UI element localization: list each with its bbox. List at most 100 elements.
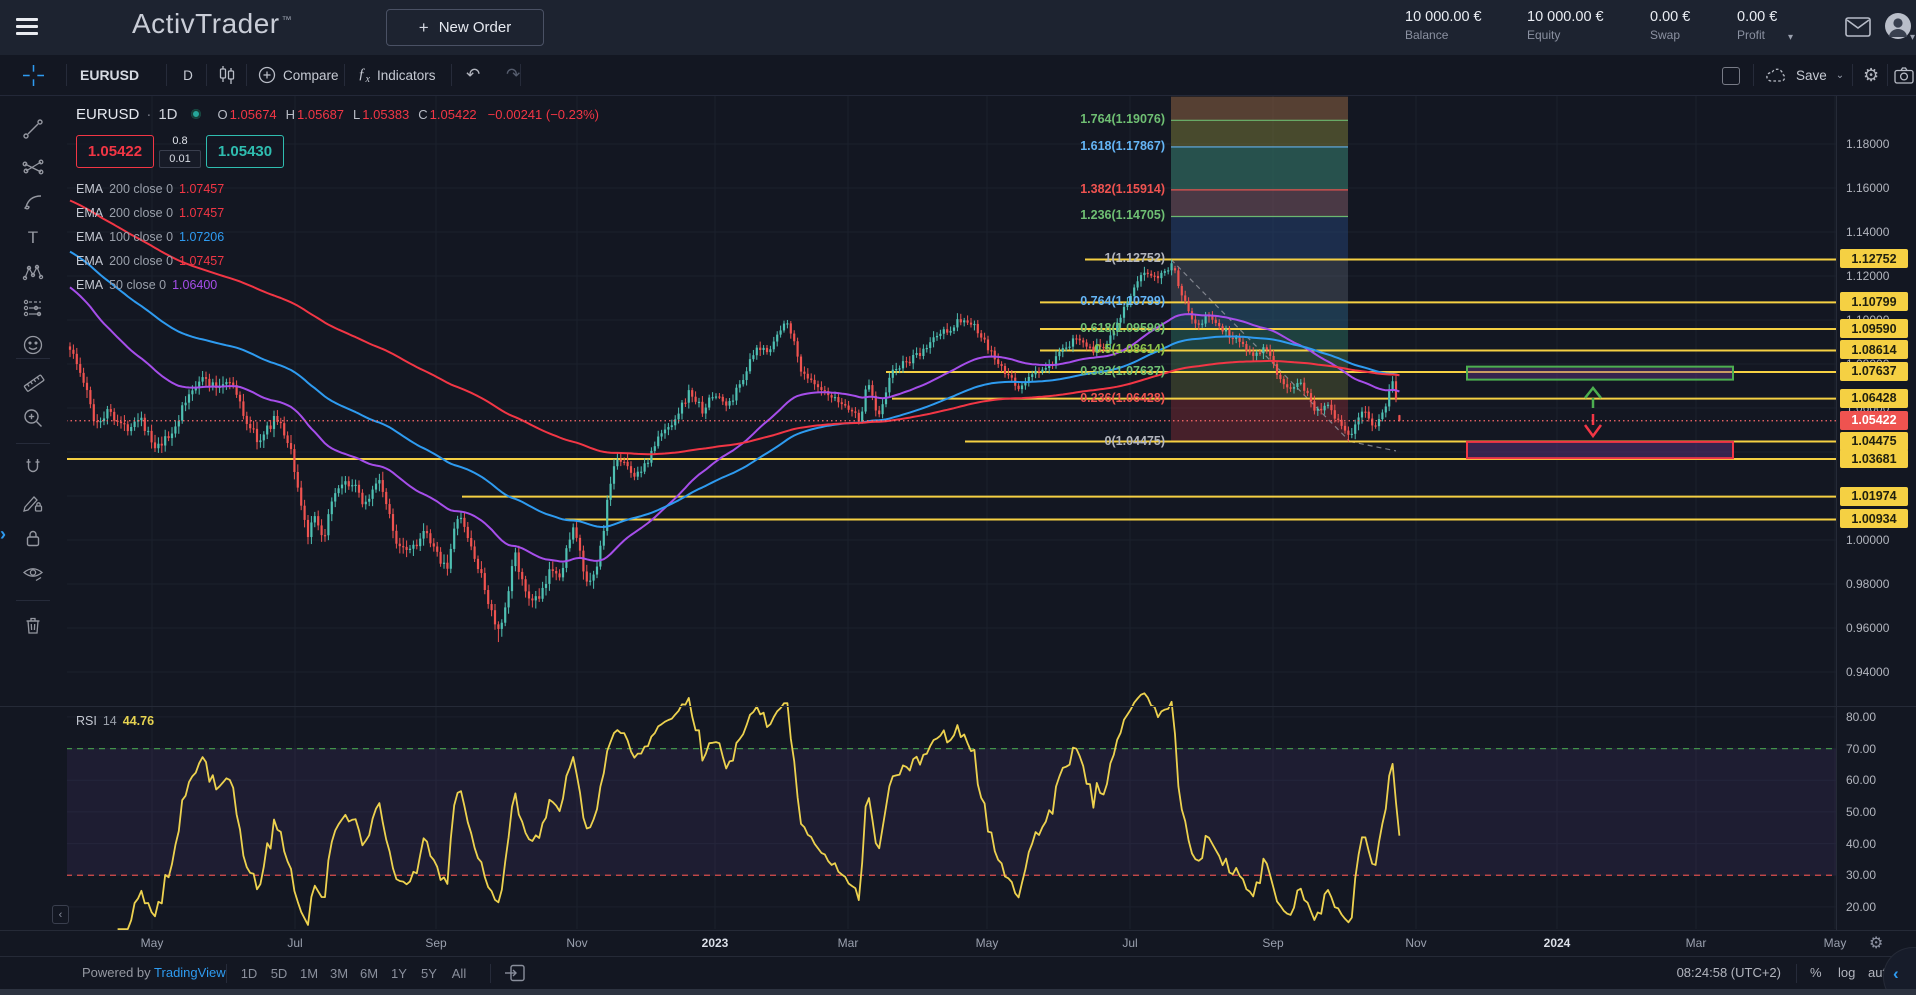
trademark: ™	[282, 15, 293, 26]
emoji-tool[interactable]	[22, 334, 44, 356]
drawing-mode-lock-tool[interactable]	[22, 492, 44, 514]
account-dropdown-caret[interactable]: ▾	[1788, 32, 1793, 43]
range-3m[interactable]: 3M	[324, 966, 354, 981]
log-scale-toggle[interactable]: log	[1838, 965, 1855, 980]
tradingview-link[interactable]: TradingView	[154, 965, 226, 980]
fib-level-label: 0.618(1.09590)	[1080, 321, 1165, 335]
symbol-title-row[interactable]: EURUSD · 1D O1.05674 H1.05687 L1.05383 C…	[76, 104, 599, 124]
save-button[interactable]: Save ⌄	[1765, 55, 1844, 95]
price-tick: 1.14000	[1846, 225, 1889, 239]
rsi-tick: 20.00	[1846, 900, 1876, 914]
range-5d[interactable]: 5D	[264, 966, 294, 981]
crosshair-tool-button[interactable]	[0, 55, 66, 95]
indicators-button[interactable]: ƒx Indicators	[358, 55, 435, 95]
range-1y[interactable]: 1Y	[384, 966, 414, 981]
symbol-button[interactable]: EURUSD	[80, 55, 139, 95]
balance-value: 10 000.00 €	[1405, 9, 1482, 25]
range-all[interactable]: All	[444, 966, 474, 981]
price-tick: 1.18000	[1846, 137, 1889, 151]
fib-level-label: 1.236(1.14705)	[1080, 208, 1165, 222]
redo-button[interactable]: ↷	[492, 55, 520, 95]
watchlist-expand-button[interactable]: ›	[0, 524, 6, 545]
chart-settings-button[interactable]: ⚙	[1863, 55, 1879, 95]
range-1m[interactable]: 1M	[294, 966, 324, 981]
indicator-row-ema100[interactable]: EMA100 close 0 1.07206	[76, 225, 599, 249]
range-5y[interactable]: 5Y	[414, 966, 444, 981]
indicator-row-ema50[interactable]: EMA50 close 0 1.06400	[76, 273, 599, 297]
brush-tool[interactable]	[22, 190, 44, 212]
screenshot-button[interactable]	[1894, 55, 1914, 95]
measure-tool[interactable]	[22, 371, 44, 393]
axis-settings-gear-icon[interactable]: ⚙	[1869, 933, 1883, 953]
menu-icon[interactable]	[16, 18, 38, 36]
xabcd-pattern-tool[interactable]	[22, 262, 44, 284]
time-label: May	[963, 936, 1011, 950]
indicator-row-ema200[interactable]: EMA200 close 0 1.07457	[76, 201, 599, 225]
fib-band	[1171, 97, 1348, 121]
percent-scale-toggle[interactable]: %	[1810, 965, 1822, 980]
rsi-band	[66, 749, 1836, 876]
swap-label: Swap	[1650, 28, 1690, 42]
text-tool[interactable]: T	[22, 226, 44, 248]
fib-level-label: 0(1.04475)	[1105, 434, 1165, 448]
rsi-tick: 60.00	[1846, 773, 1876, 787]
indicator-row-ema200[interactable]: EMA200 close 0 1.07457	[76, 249, 599, 273]
zoom-in-tool[interactable]	[22, 407, 44, 429]
price-level-badge: 1.07637	[1840, 362, 1908, 381]
new-order-button[interactable]: + New Order	[386, 9, 544, 46]
price-axis[interactable]: 1.180001.160001.140001.120001.100001.080…	[1836, 95, 1916, 930]
buy-button[interactable]: 1.05430	[206, 135, 284, 168]
fib-level-label: 1(1.12752)	[1105, 251, 1165, 265]
chart-select-checkbox[interactable]	[1722, 67, 1740, 85]
range-6m[interactable]: 6M	[354, 966, 384, 981]
time-label: May	[128, 936, 176, 950]
market-open-dot-icon	[191, 109, 201, 119]
new-order-label: New Order	[439, 19, 512, 36]
quantity-box[interactable]: 0.01	[159, 150, 201, 168]
fib-level-label: 0.5(1.08614)	[1094, 342, 1165, 356]
current-price-badge: 1.05422	[1840, 411, 1908, 430]
time-label: Sep	[1249, 936, 1297, 950]
price-level-badge: 1.01974	[1840, 487, 1908, 506]
rsi-legend-row[interactable]: RSI 14 44.76	[76, 714, 154, 728]
chart-style-button[interactable]	[218, 55, 236, 95]
range-1d[interactable]: 1D	[234, 966, 264, 981]
remove-drawings-tool[interactable]	[22, 614, 44, 636]
balance-stat: 10 000.00 € Balance	[1405, 9, 1482, 42]
rsi-tick: 40.00	[1846, 837, 1876, 851]
mail-icon[interactable]	[1845, 16, 1871, 43]
balance-label: Balance	[1405, 28, 1482, 42]
svg-text:T: T	[28, 228, 38, 247]
ohlc-values: O1.05674 H1.05687 L1.05383 C1.05422 −0.0…	[218, 107, 599, 122]
user-avatar[interactable]	[1884, 12, 1912, 45]
rsi-pane-collapse-button[interactable]: ‹	[52, 905, 69, 924]
sell-button[interactable]: 1.05422	[76, 135, 154, 168]
change-value: −0.00241 (−0.23%)	[488, 107, 599, 122]
session-clock[interactable]: 08:24:58 (UTC+2)	[1665, 965, 1781, 980]
range-buttons: 1D 5D 1M 3M 6M 1Y 5Y All	[234, 957, 474, 990]
fib-level-label: 1.764(1.19076)	[1080, 112, 1165, 126]
forecast-tool[interactable]	[22, 297, 44, 319]
profit-value: 0.00 €	[1737, 9, 1777, 25]
indicator-row-ema200[interactable]: EMA200 close 0 1.07457	[76, 177, 599, 201]
rsi-tick: 30.00	[1846, 868, 1876, 882]
hide-drawings-tool[interactable]	[22, 562, 44, 584]
equity-label: Equity	[1527, 28, 1604, 42]
undo-button[interactable]: ↶	[466, 55, 480, 95]
profit-label: Profit	[1737, 28, 1777, 42]
fx-icon: ƒx	[358, 66, 370, 85]
indicator-legend-rows: EMA200 close 0 1.07457 EMA200 close 0 1.…	[76, 177, 599, 297]
trend-line-tool[interactable]	[22, 118, 44, 140]
drawing-toolbar: T	[0, 95, 67, 930]
rsi-tick: 80.00	[1846, 710, 1876, 724]
time-axis[interactable]: ⚙ MayJulSepNov2023MarMayJulSepNov2024Mar…	[0, 930, 1916, 957]
lock-all-tool[interactable]	[22, 527, 44, 549]
spread-widget[interactable]: 0.8 0.01	[154, 135, 206, 168]
gann-fib-tool[interactable]	[22, 155, 44, 177]
magnet-tool[interactable]	[22, 456, 44, 478]
interval-button[interactable]: D	[178, 55, 198, 95]
pane-divider[interactable]	[0, 706, 1916, 707]
compare-button[interactable]: Compare	[258, 55, 339, 95]
avatar-dropdown-caret[interactable]: ▾	[1910, 32, 1915, 43]
go-to-date-button[interactable]	[504, 963, 526, 986]
